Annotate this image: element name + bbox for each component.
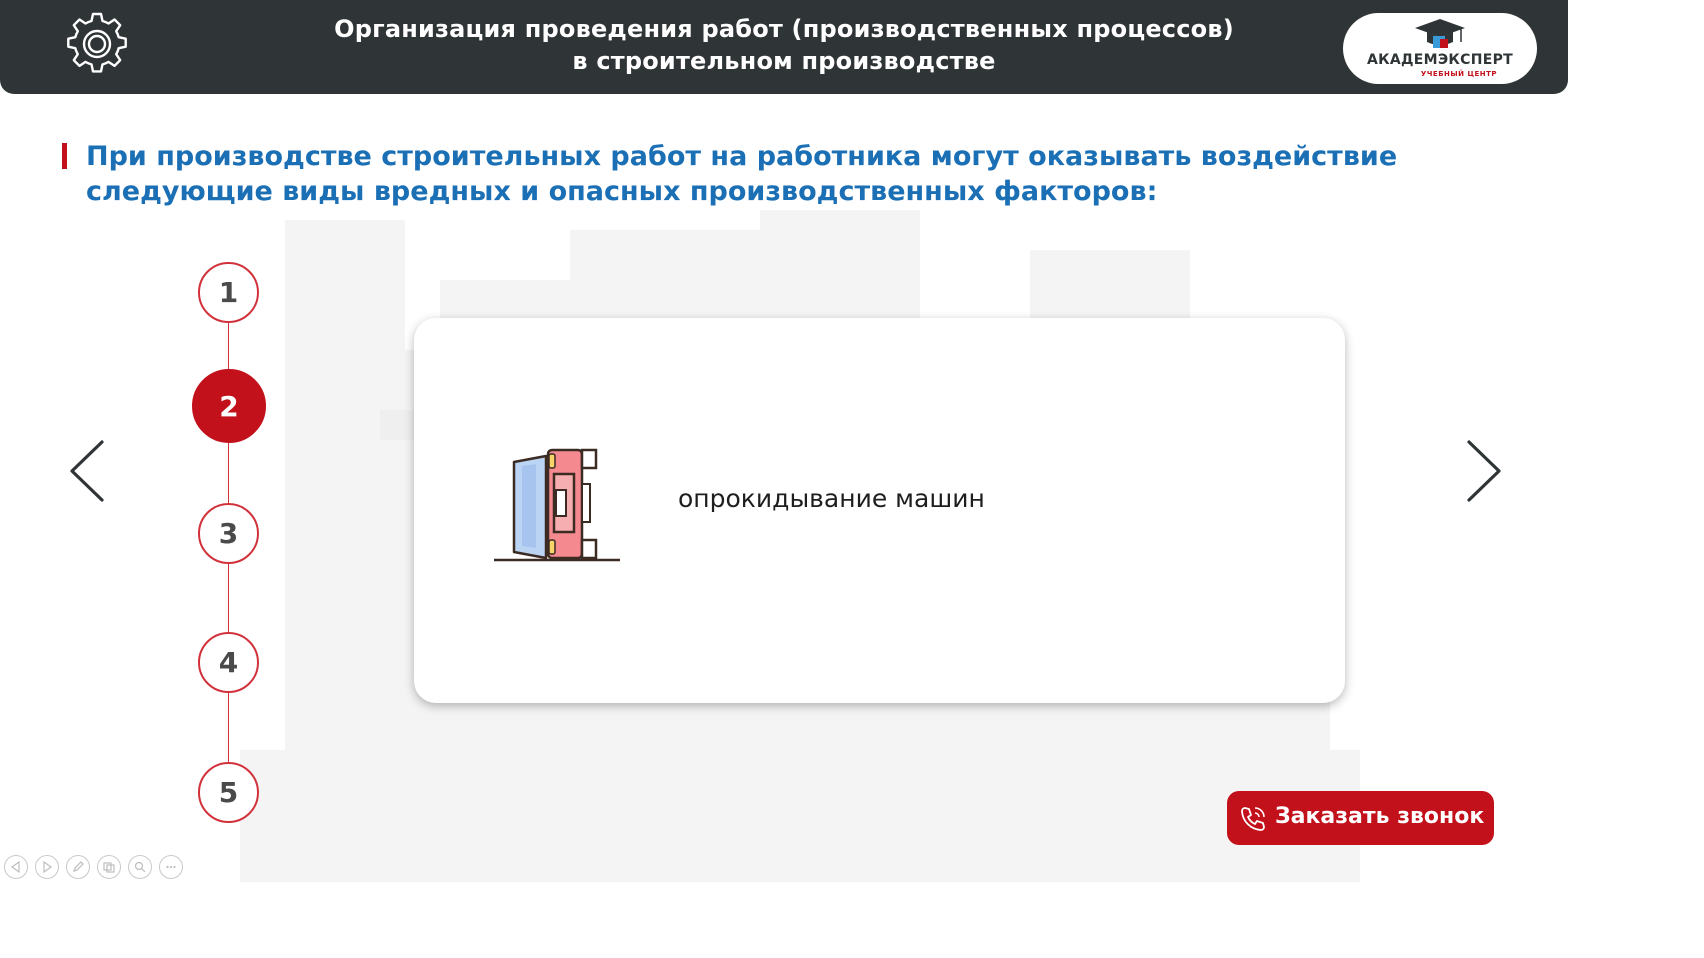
overturned-car-icon: [494, 448, 620, 562]
step-1-label: 1: [218, 276, 239, 309]
more-icon[interactable]: [159, 855, 183, 879]
logo: АКАДЕМЭКСПЕРТ УЧЕБНЫЙ ЦЕНТР: [1343, 13, 1537, 84]
player-controls: [4, 855, 183, 879]
next-slide-icon[interactable]: [35, 855, 59, 879]
logo-subtitle: УЧЕБНЫЙ ЦЕНТР: [1420, 70, 1497, 78]
gear-icon: [67, 12, 127, 73]
section-heading-line1: При производстве строительных работ на р…: [86, 141, 1398, 172]
order-call-label: Заказать звонок: [1275, 804, 1485, 829]
page-title: Организация проведения работ (производст…: [240, 13, 1328, 77]
step-2-label: 2: [219, 389, 239, 423]
step-1[interactable]: 1: [198, 262, 259, 323]
step-5-label: 5: [218, 776, 239, 809]
heading-accent-bar: [62, 143, 67, 169]
step-2[interactable]: 2: [192, 369, 266, 443]
prev-slide-icon[interactable]: [4, 855, 28, 879]
card-text: опрокидывание машин: [678, 484, 985, 513]
content-card: опрокидывание машин: [414, 318, 1345, 703]
step-4[interactable]: 4: [198, 632, 259, 693]
logo-name: АКАДЕМЭКСПЕРТ: [1366, 52, 1514, 68]
graduation-cap-icon: [1415, 19, 1465, 48]
order-call-button[interactable]: Заказать звонок: [1227, 791, 1494, 845]
section-heading-line2: следующие виды вредных и опасных произво…: [86, 176, 1158, 207]
pen-icon[interactable]: [66, 855, 90, 879]
step-3-label: 3: [218, 517, 239, 550]
step-5[interactable]: 5: [198, 762, 259, 823]
step-3[interactable]: 3: [198, 503, 259, 564]
step-4-label: 4: [218, 646, 239, 679]
header-bar: Организация проведения работ (производст…: [0, 0, 1568, 94]
slides-icon[interactable]: [97, 855, 121, 879]
zoom-icon[interactable]: [128, 855, 152, 879]
section-heading: При производстве строительных работ на р…: [86, 139, 1466, 209]
page-title-line2: в строительном производстве: [572, 47, 996, 75]
chevron-right-icon[interactable]: [1463, 436, 1507, 506]
page-title-line1: Организация проведения работ (производст…: [334, 15, 1234, 43]
chevron-left-icon[interactable]: [64, 436, 108, 506]
phone-icon: [1241, 807, 1265, 831]
